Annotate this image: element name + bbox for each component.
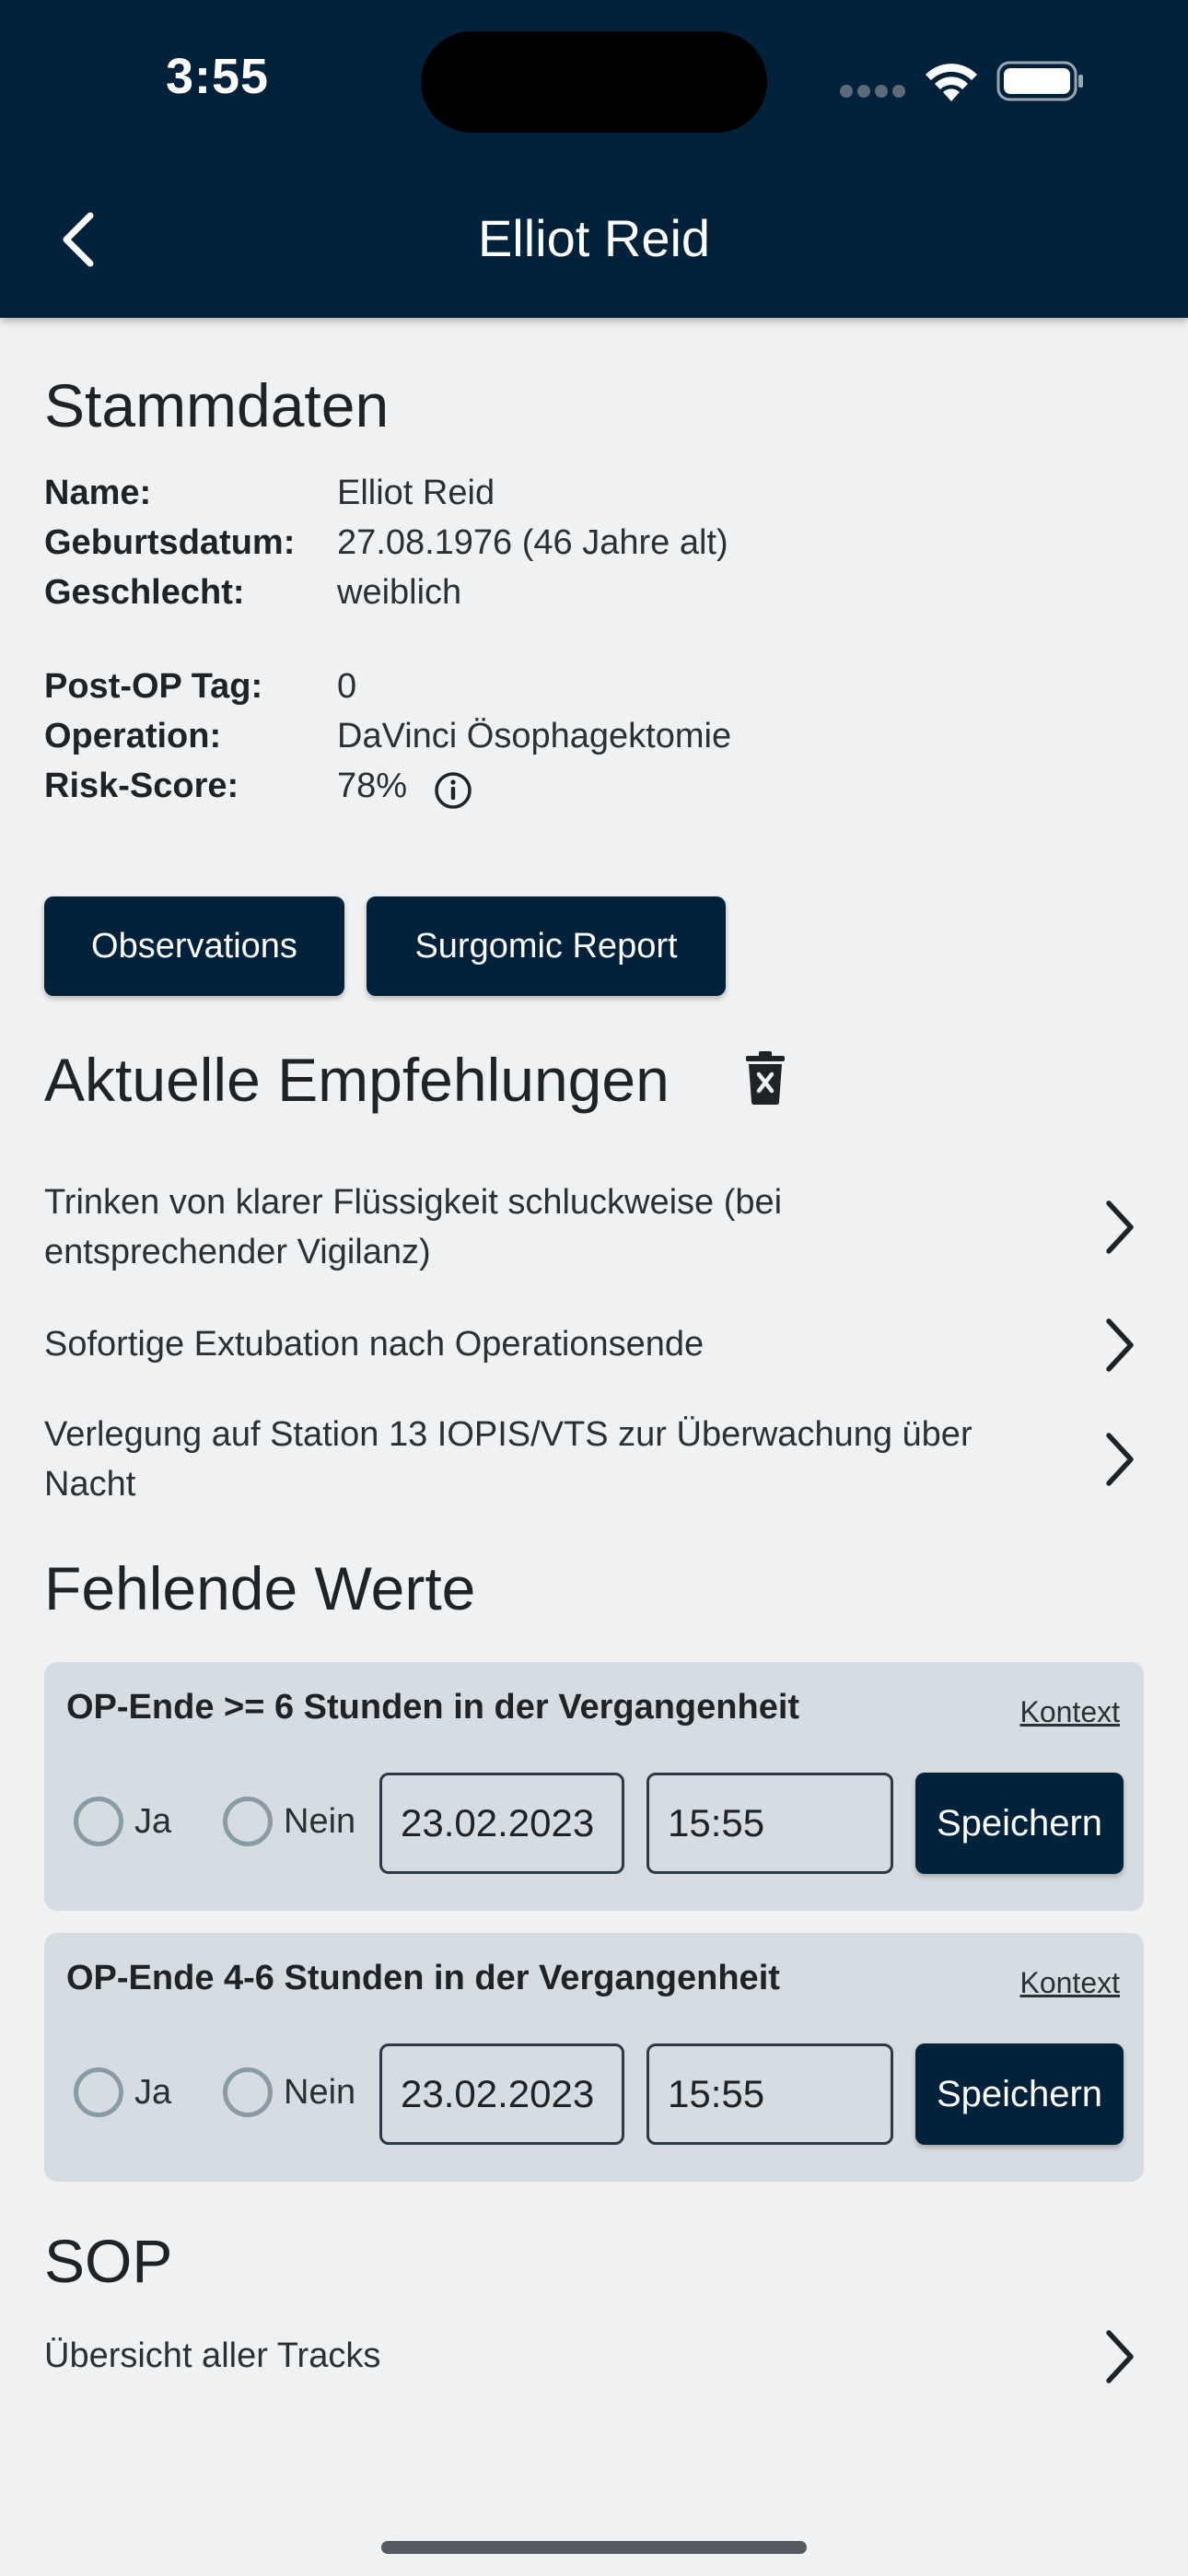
date-input[interactable]: 23.02.2023 xyxy=(379,2043,624,2145)
save-button[interactable]: Speichern xyxy=(915,1773,1124,1874)
stammdaten-heading: Stammdaten xyxy=(44,371,390,439)
radio-no-label: Nein xyxy=(284,1801,356,1841)
missing-value-title: OP-Ende 4-6 Stunden in der Vergangenheit xyxy=(66,1959,780,1997)
date-input[interactable]: 23.02.2023 xyxy=(379,1773,624,1874)
time-input[interactable]: 15:55 xyxy=(646,1773,893,1874)
missing-value-title: OP-Ende >= 6 Stunden in der Vergangenhei… xyxy=(66,1688,800,1727)
recommendation-text: Sofortige Extubation nach Operationsende xyxy=(44,1325,705,1364)
birthdate-label: Geburtsdatum: xyxy=(44,523,296,562)
recommendation-text: Verlegung auf Station 13 IOPIS/VTS zur Ü… xyxy=(44,1415,973,1504)
status-time: 3:55 xyxy=(166,49,270,104)
recommendation-text: Trinken von klarer Flüssigkeit schluckwe… xyxy=(44,1183,783,1271)
cellular-signal-icon xyxy=(840,85,905,98)
radio-yes-label: Ja xyxy=(134,1801,172,1841)
radio-yes[interactable]: Ja xyxy=(74,1797,171,1846)
battery-icon xyxy=(996,61,1083,101)
chevron-right-icon xyxy=(1106,2330,1134,2383)
observations-button[interactable]: Observations xyxy=(44,896,344,996)
surgomic-report-button[interactable]: Surgomic Report xyxy=(367,896,726,996)
info-icon[interactable] xyxy=(433,770,473,811)
gender-value: weiblich xyxy=(337,573,462,612)
radio-circle[interactable] xyxy=(223,1797,273,1846)
time-input[interactable]: 15:55 xyxy=(646,2043,893,2145)
sop-heading: SOP xyxy=(44,2227,173,2295)
radio-circle[interactable] xyxy=(74,1797,123,1846)
risk-score-value: 78% xyxy=(337,767,408,805)
wifi-icon xyxy=(926,64,977,101)
sop-tracks-item[interactable]: Übersicht aller Tracks xyxy=(44,2330,1140,2383)
save-button[interactable]: Speichern xyxy=(915,2043,1124,2145)
name-value: Elliot Reid xyxy=(337,474,495,512)
gender-label: Geschlecht: xyxy=(44,573,245,612)
chevron-right-icon xyxy=(1106,1318,1134,1372)
chevron-right-icon xyxy=(1106,1433,1134,1486)
context-link[interactable]: Kontext xyxy=(1019,1695,1120,1729)
empfehlungen-heading: Aktuelle Empfehlungen xyxy=(44,1046,670,1114)
risk-score-label: Risk-Score: xyxy=(44,767,239,805)
chevron-right-icon xyxy=(1106,1200,1134,1254)
fehlende-werte-heading: Fehlende Werte xyxy=(44,1554,476,1622)
name-label: Name: xyxy=(44,474,152,512)
operation-value: DaVinci Ösophagektomie xyxy=(337,717,732,755)
radio-circle[interactable] xyxy=(223,2067,273,2117)
recommendation-item[interactable]: Sofortige Extubation nach Operationsende xyxy=(44,1318,1140,1372)
operation-label: Operation: xyxy=(44,717,222,755)
trash-icon[interactable] xyxy=(742,1050,788,1106)
post-op-day-value: 0 xyxy=(337,667,357,706)
missing-value-card: OP-Ende 4-6 Stunden in der Vergangenheit… xyxy=(44,1933,1144,2182)
page-title: Elliot Reid xyxy=(477,209,711,267)
missing-value-card: OP-Ende >= 6 Stunden in der Vergangenhei… xyxy=(44,1662,1144,1911)
context-link[interactable]: Kontext xyxy=(1019,1966,1120,2000)
app-header: 3:55 Elliot Reid xyxy=(0,0,1188,318)
post-op-day-label: Post-OP Tag: xyxy=(44,667,263,706)
recommendation-item[interactable]: Verlegung auf Station 13 IOPIS/VTS zur Ü… xyxy=(44,1410,1140,1509)
dynamic-island xyxy=(421,31,767,133)
radio-no[interactable]: Nein xyxy=(223,1797,355,1846)
birthdate-value: 27.08.1976 (46 Jahre alt) xyxy=(337,523,728,562)
radio-no-label: Nein xyxy=(284,2072,356,2112)
radio-yes-label: Ja xyxy=(134,2072,172,2112)
home-indicator[interactable] xyxy=(381,2541,807,2554)
radio-yes[interactable]: Ja xyxy=(74,2067,171,2117)
sop-tracks-text: Übersicht aller Tracks xyxy=(44,2336,381,2375)
recommendation-item[interactable]: Trinken von klarer Flüssigkeit schluckwe… xyxy=(44,1177,1140,1277)
radio-no[interactable]: Nein xyxy=(223,2067,355,2117)
radio-circle[interactable] xyxy=(74,2067,123,2117)
